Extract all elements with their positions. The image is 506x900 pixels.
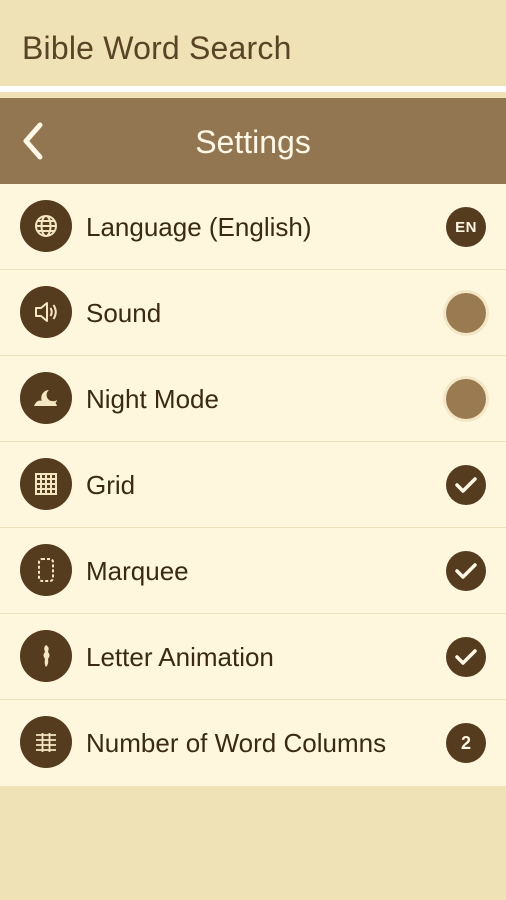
marquee-toggle[interactable] [446, 551, 486, 591]
setting-label: Language (English) [86, 212, 312, 242]
setting-word-columns[interactable]: Number of Word Columns 2 [0, 700, 506, 786]
setting-grid[interactable]: Grid [0, 442, 506, 528]
columns-icon [20, 716, 72, 768]
letter-animation-icon [20, 630, 72, 682]
setting-label: Number of Word Columns [86, 728, 387, 758]
app-bar: Bible Word Search [0, 0, 506, 92]
setting-label: Night Mode [86, 384, 219, 414]
grid-toggle[interactable] [446, 465, 486, 505]
moon-icon [20, 372, 72, 424]
setting-night-mode[interactable]: Night Mode [0, 356, 506, 442]
night-mode-toggle[interactable] [446, 379, 486, 419]
page-title: Settings [195, 124, 311, 160]
speaker-icon [20, 286, 72, 338]
check-icon [455, 649, 477, 665]
setting-label: Marquee [86, 556, 189, 586]
setting-letter-animation[interactable]: Letter Animation [0, 614, 506, 700]
language-badge[interactable]: EN [446, 207, 486, 247]
word-columns-badge[interactable]: 2 [446, 723, 486, 763]
check-icon [455, 477, 477, 493]
letter-animation-toggle[interactable] [446, 637, 486, 677]
setting-marquee[interactable]: Marquee [0, 528, 506, 614]
settings-list: Language (English) EN Sound Night Mode G… [0, 184, 506, 786]
grid-icon [20, 458, 72, 510]
marquee-icon [20, 544, 72, 596]
setting-label: Letter Animation [86, 642, 274, 672]
setting-sound[interactable]: Sound [0, 270, 506, 356]
app-title: Bible Word Search [22, 30, 292, 66]
setting-label: Grid [86, 470, 136, 500]
setting-label: Sound [86, 298, 162, 328]
check-icon [455, 563, 477, 579]
sound-toggle[interactable] [446, 293, 486, 333]
setting-language[interactable]: Language (English) EN [0, 184, 506, 270]
globe-icon [20, 200, 72, 252]
settings-header: Settings [0, 98, 506, 184]
